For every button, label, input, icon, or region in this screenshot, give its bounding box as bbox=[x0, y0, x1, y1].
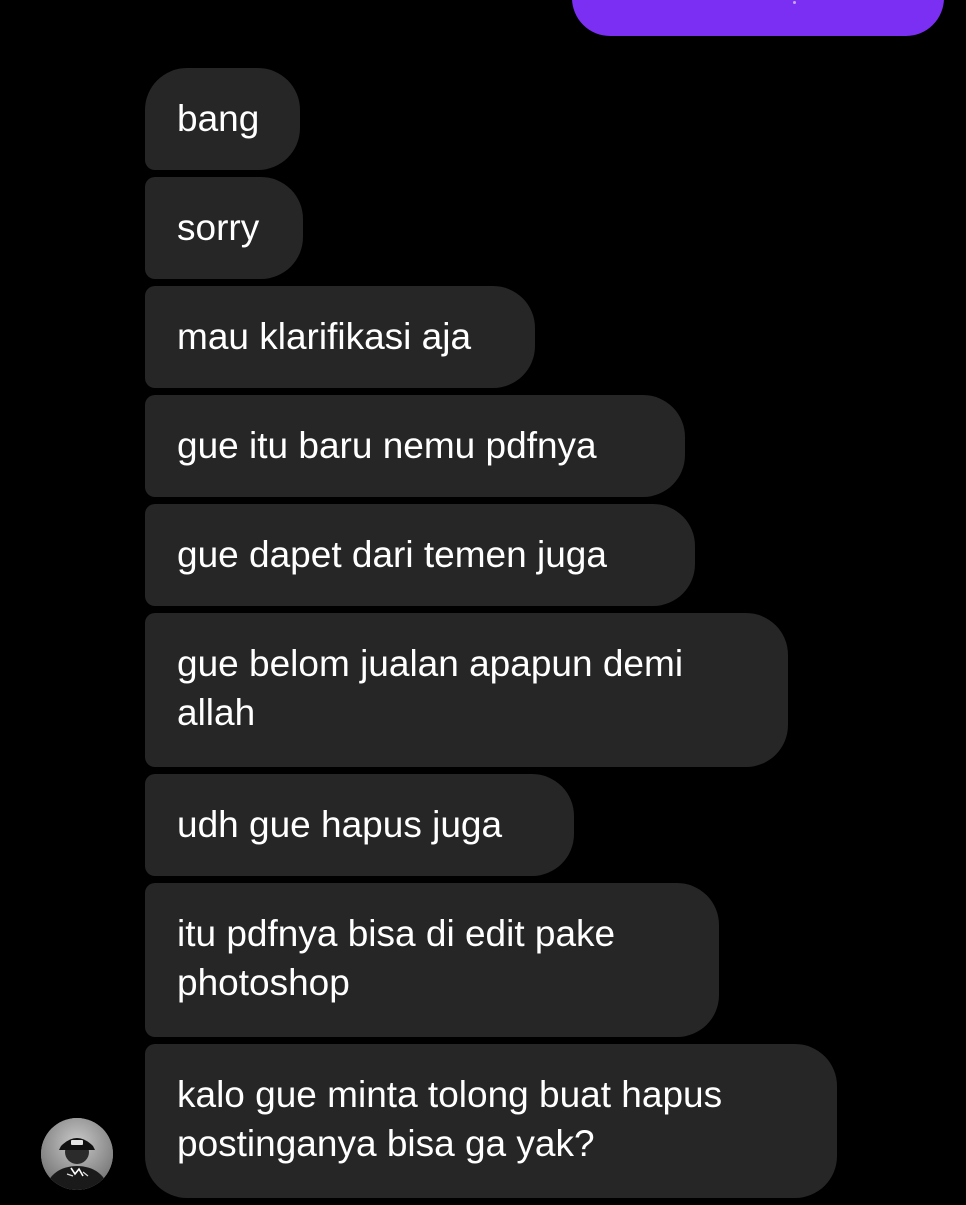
message-bubble[interactable]: bang bbox=[145, 68, 300, 170]
message-text: udh gue hapus juga bbox=[177, 804, 503, 845]
message-bubble[interactable]: gue belom jualan apapun demi allah bbox=[145, 613, 788, 767]
message-bubble[interactable]: sorry bbox=[145, 177, 303, 279]
message-text: gue itu baru nemu pdfnya bbox=[177, 425, 597, 466]
message-thread: bang sorry mau klarifikasi aja gue itu b… bbox=[145, 68, 865, 1205]
message-bubble[interactable]: gue dapet dari temen juga bbox=[145, 504, 695, 606]
message-text: sorry bbox=[177, 207, 260, 248]
message-text: gue belom jualan apapun demi allah bbox=[177, 643, 684, 733]
message-bubble[interactable]: gue itu baru nemu pdfnya bbox=[145, 395, 685, 497]
message-text: itu pdfnya bisa di edit pake photoshop bbox=[177, 913, 616, 1003]
sender-avatar[interactable] bbox=[41, 1118, 113, 1190]
outgoing-message-fragment bbox=[793, 1, 796, 4]
message-text: bang bbox=[177, 98, 260, 139]
outgoing-message-bubble[interactable] bbox=[572, 0, 944, 36]
message-bubble[interactable]: mau klarifikasi aja bbox=[145, 286, 535, 388]
avatar-photo-icon bbox=[41, 1118, 113, 1190]
message-text: kalo gue minta tolong buat hapus posting… bbox=[177, 1074, 723, 1164]
message-text: mau klarifikasi aja bbox=[177, 316, 472, 357]
message-bubble[interactable]: kalo gue minta tolong buat hapus posting… bbox=[145, 1044, 837, 1198]
message-text: gue dapet dari temen juga bbox=[177, 534, 607, 575]
message-bubble[interactable]: itu pdfnya bisa di edit pake photoshop bbox=[145, 883, 719, 1037]
message-bubble[interactable]: udh gue hapus juga bbox=[145, 774, 574, 876]
